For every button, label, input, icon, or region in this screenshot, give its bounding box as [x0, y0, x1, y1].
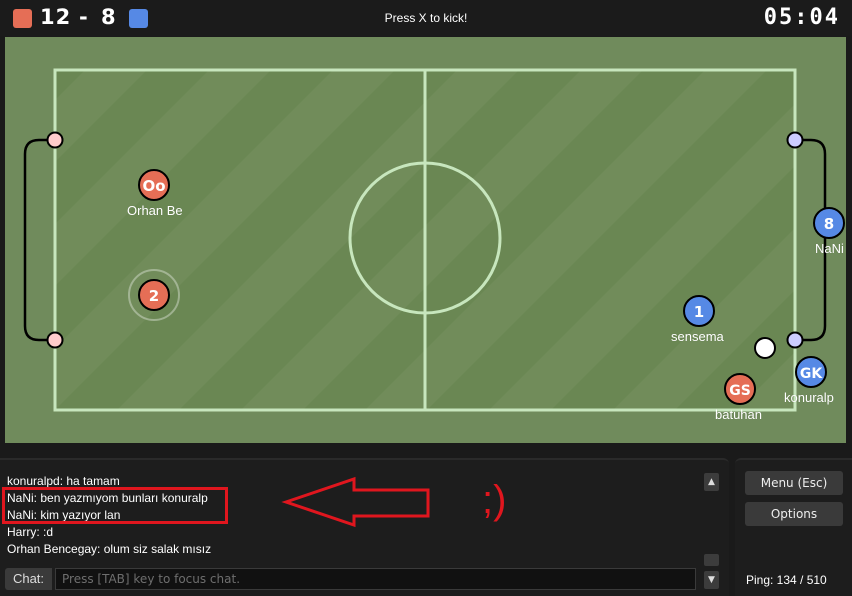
player-avatar: GK — [800, 366, 823, 382]
player-avatar: 8 — [824, 215, 834, 233]
chat-scroll-down-icon[interactable]: ▼ — [704, 571, 719, 589]
left-goalpost-bottom — [46, 331, 64, 349]
player-name: sensema — [671, 329, 724, 344]
kick-hint: Press X to kick! — [384, 11, 468, 25]
chat-message: Orhan Bencegay: olum siz salak mısız — [7, 542, 212, 556]
chat-message: Harry: :d — [7, 525, 54, 539]
player-disc-sensema: 1 — [683, 295, 715, 327]
ping-readout: Ping: 134 / 510 — [746, 573, 827, 587]
player-disc-2: 2 — [138, 279, 170, 311]
match-timer: 05:04 — [763, 5, 840, 30]
right-goalpost-bottom — [786, 331, 804, 349]
chat-scrollbar-thumb[interactable] — [704, 554, 719, 566]
left-goalpost-top — [46, 131, 64, 149]
player-avatar: 2 — [149, 287, 159, 305]
right-goalpost-top — [786, 131, 804, 149]
player-avatar: 1 — [694, 303, 704, 321]
player-name: NaNi — [815, 241, 844, 256]
player-avatar: GS — [729, 383, 751, 399]
chat-input[interactable] — [55, 568, 696, 590]
player-name: batuhan — [715, 407, 762, 422]
game-field[interactable]: Oo 2 1 8 GK GS Orhan Be sensema NaNi kon… — [5, 37, 846, 443]
player-disc-orhan: Oo — [138, 169, 170, 201]
player-name: konuralp — [784, 390, 834, 405]
chat-label: Chat: — [5, 568, 52, 590]
pitch: Oo 2 1 8 GK GS — [5, 37, 846, 443]
side-panel: Menu (Esc) Options Ping: 134 / 510 — [735, 458, 852, 596]
annotation-highlight-box — [2, 487, 228, 524]
chat-scroll-up-icon[interactable]: ▲ — [704, 473, 719, 491]
options-button[interactable]: Options — [745, 502, 843, 526]
score-bar: 12 - 8 Press X to kick! 05:04 — [0, 0, 852, 36]
player-name: Orhan Be — [127, 203, 183, 218]
annotation-smiley: ;) — [482, 478, 507, 522]
player-disc-batuhan: GS — [724, 373, 756, 405]
player-avatar: Oo — [142, 177, 165, 195]
annotation-arrow-icon — [281, 476, 430, 528]
menu-button[interactable]: Menu (Esc) — [745, 471, 843, 495]
ball — [754, 337, 776, 359]
player-disc-konuralp: GK — [795, 356, 827, 388]
player-disc-nani: 8 — [813, 207, 845, 239]
